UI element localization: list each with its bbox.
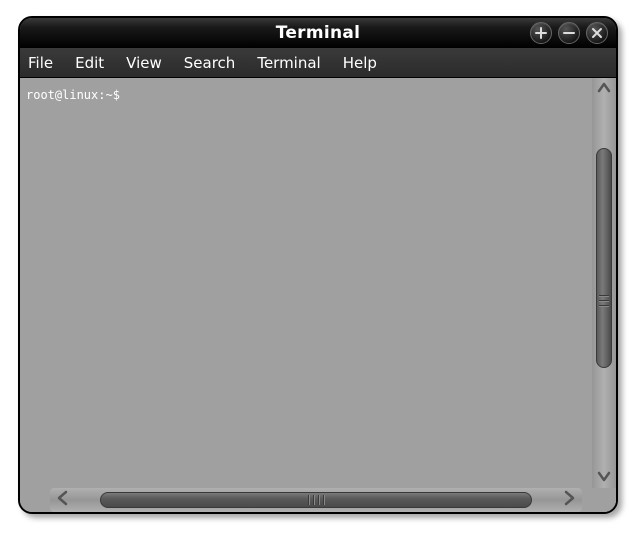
window-controls [530,22,608,44]
chevron-left-icon [55,490,71,510]
scroll-right-button[interactable] [556,488,582,512]
scrollbar-corner [592,488,616,512]
menubar: File Edit View Search Terminal Help [20,48,616,78]
terminal-prompt: root@linux:~$ [26,88,127,102]
menu-terminal[interactable]: Terminal [257,54,320,72]
thumb-grip-icon [308,495,325,505]
close-button[interactable] [586,22,608,44]
menu-view[interactable]: View [126,54,162,72]
new-tab-button[interactable] [530,22,552,44]
content-area: root@linux:~$ [20,78,616,512]
scroll-down-button[interactable] [592,466,616,488]
horizontal-scroll-thumb[interactable] [100,492,532,508]
vertical-scroll-thumb[interactable] [596,148,612,368]
terminal-body[interactable]: root@linux:~$ [20,78,592,488]
titlebar[interactable]: Terminal [20,18,616,48]
horizontal-scrollbar [50,488,582,512]
menu-help[interactable]: Help [343,54,377,72]
close-icon [591,24,603,43]
terminal-window: Terminal File Edit View Search Ter [18,16,618,514]
thumb-grip-icon [599,295,609,307]
menu-file[interactable]: File [28,54,53,72]
menu-search[interactable]: Search [184,54,236,72]
minimize-button[interactable] [558,22,580,44]
window-title: Terminal [276,23,361,43]
menu-edit[interactable]: Edit [75,54,104,72]
plus-icon [535,24,547,43]
chevron-right-icon [561,490,577,510]
chevron-up-icon [597,80,611,99]
scroll-left-button[interactable] [50,488,76,512]
vertical-scroll-track[interactable] [592,100,616,466]
vertical-scrollbar [592,78,616,488]
scrollbar-left-corner [20,488,50,512]
minus-icon [563,24,575,43]
scroll-up-button[interactable] [592,78,616,100]
horizontal-scroll-track[interactable] [76,488,556,512]
chevron-down-icon [597,468,611,487]
